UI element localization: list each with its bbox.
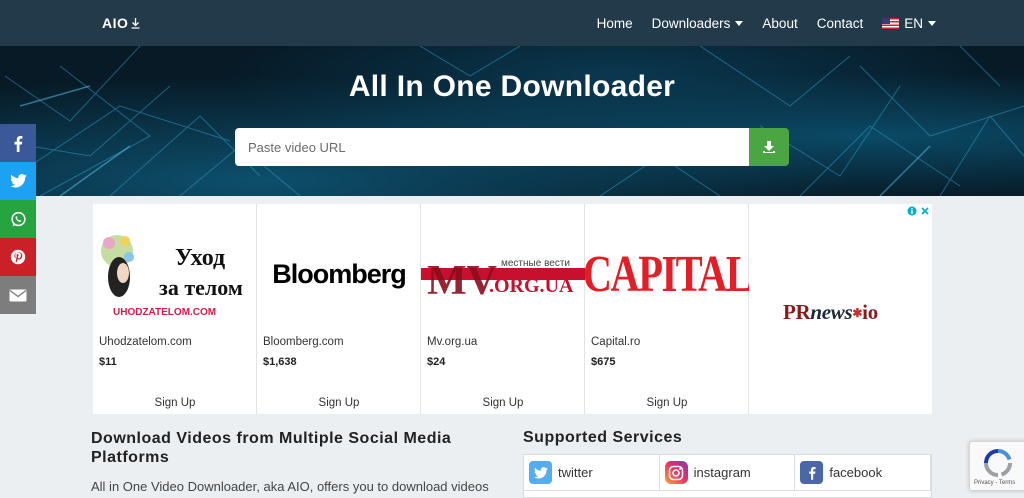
ad-sign-up-link[interactable]: Sign Up	[257, 397, 421, 409]
section-intro-text: All in One Video Downloader, aka AIO, of…	[91, 479, 489, 494]
ad-logo-graphic: Уход за телом UHODZATELOM.COM	[101, 235, 243, 318]
section-title-download: Download Videos from Multiple Social Med…	[91, 430, 452, 466]
service-label: facebook	[829, 465, 883, 480]
nav-home[interactable]: Home	[597, 16, 633, 31]
ad-card[interactable]: Уход за телом UHODZATELOM.COM Uhodzatelo…	[93, 204, 257, 414]
ad-card[interactable]: Bloomberg Bloomberg.com $1,638 Sign Up	[257, 204, 421, 414]
prnews-logo-io: io	[862, 300, 878, 324]
ad-sign-up-link[interactable]: Sign Up	[421, 397, 585, 409]
nav-downloaders-label: Downloaders	[651, 15, 731, 31]
adchoices[interactable]	[907, 206, 930, 216]
ad-card[interactable]: CAPITAL Capital.ro $675 Sign Up	[585, 204, 749, 414]
whatsapp-icon	[10, 211, 26, 226]
recaptcha-terms[interactable]: Privacy - Terms	[974, 480, 1015, 486]
ad-logo: CAPITAL	[585, 224, 749, 324]
share-email-button[interactable]	[0, 276, 36, 314]
ad-card[interactable]: MV .ORG.UA местные вести Mv.org.ua $24 S…	[421, 204, 585, 414]
prnews-dot-icon: ✱	[852, 306, 863, 320]
ad-price: $1,638	[263, 356, 297, 368]
url-search-bar	[235, 128, 789, 166]
prnews-logo-news: news	[810, 300, 853, 324]
download-arrow-icon	[131, 18, 140, 29]
us-flag-icon	[882, 17, 900, 29]
svg-text:.ORG.UA: .ORG.UA	[489, 275, 574, 297]
hero-banner: All In One Downloader	[0, 46, 1024, 196]
service-facebook[interactable]: facebook	[795, 455, 932, 491]
share-twitter-button[interactable]	[0, 162, 36, 200]
video-url-input[interactable]	[235, 128, 749, 166]
download-icon	[763, 141, 775, 153]
prnews-logo[interactable]: PRnews✱io	[783, 300, 878, 325]
adchoices-info-icon[interactable]	[907, 206, 917, 216]
ad-sign-up-link[interactable]: Sign Up	[585, 397, 749, 409]
instagram-icon	[664, 461, 688, 484]
close-icon[interactable]	[920, 206, 930, 216]
ad-price: $24	[427, 356, 446, 368]
ad-sign-up-link[interactable]: Sign Up	[93, 397, 257, 409]
facebook-icon	[14, 135, 23, 152]
brand-name: AIO	[102, 15, 129, 31]
ad-logo: MV .ORG.UA местные вести	[421, 224, 585, 324]
share-whatsapp-button[interactable]	[0, 200, 36, 238]
section-title-services: Supported Services	[523, 429, 683, 446]
ad-logo: Уход за телом UHODZATELOM.COM	[93, 224, 257, 324]
ad-price: $675	[591, 356, 616, 368]
email-icon	[9, 289, 27, 301]
service-twitter[interactable]: twitter	[524, 455, 660, 491]
page-title: All In One Downloader	[348, 70, 676, 103]
ad-logo-text: CAPITAL	[585, 245, 749, 303]
share-facebook-button[interactable]	[0, 124, 36, 162]
ad-site-name: Mv.org.ua	[427, 336, 478, 348]
nav-downloaders[interactable]: Downloaders	[652, 16, 744, 31]
recaptcha-icon	[984, 448, 1013, 477]
share-pinterest-button[interactable]	[0, 238, 36, 276]
twitter-icon	[9, 174, 27, 188]
ad-site-name: Capital.ro	[591, 336, 641, 348]
chevron-down-icon	[928, 20, 936, 26]
twitter-icon	[529, 461, 552, 484]
ad-logo: Bloomberg	[257, 224, 421, 324]
recaptcha-badge[interactable]: Privacy - Terms	[969, 441, 1024, 491]
brand-logo[interactable]: AIO	[102, 15, 141, 31]
ad-site-name: Uhodzatelom.com	[99, 336, 192, 348]
supported-services-grid: twitter instagram facebook	[523, 454, 932, 498]
advertisement-banner[interactable]: Уход за телом UHODZATELOM.COM Uhodzatelo…	[93, 204, 932, 414]
service-instagram[interactable]: instagram	[659, 455, 796, 491]
svg-text:MV: MV	[427, 258, 497, 304]
prnews-logo-pr: PR	[783, 300, 811, 324]
facebook-icon	[800, 461, 824, 484]
nav-contact[interactable]: Contact	[817, 16, 864, 31]
service-label: twitter	[558, 465, 593, 480]
ad-logo-graphic: MV .ORG.UA местные вести	[421, 258, 585, 304]
svg-text:за телом: за телом	[159, 275, 243, 300]
language-selector[interactable]: EN	[882, 16, 936, 31]
nav-about[interactable]: About	[762, 16, 797, 31]
language-label: EN	[904, 15, 923, 31]
main-nav: Home Downloaders About Contact EN	[597, 0, 936, 46]
service-label: instagram	[693, 465, 751, 480]
social-share-bar	[0, 124, 36, 314]
ad-price: $11	[99, 356, 117, 368]
pinterest-icon	[10, 249, 26, 265]
chevron-down-icon	[735, 20, 744, 26]
svg-text:местные вести: местные вести	[501, 258, 570, 269]
ad-site-name: Bloomberg.com	[263, 336, 344, 348]
svg-text:Уход: Уход	[175, 245, 225, 271]
ad-logo-text: Bloomberg	[272, 258, 407, 289]
top-navbar: AIO Home Downloaders About Contact EN	[0, 0, 1024, 46]
svg-text:UHODZATELOM.COM: UHODZATELOM.COM	[113, 307, 216, 318]
hero-background-graphic	[0, 46, 1024, 196]
download-button[interactable]	[749, 128, 789, 166]
